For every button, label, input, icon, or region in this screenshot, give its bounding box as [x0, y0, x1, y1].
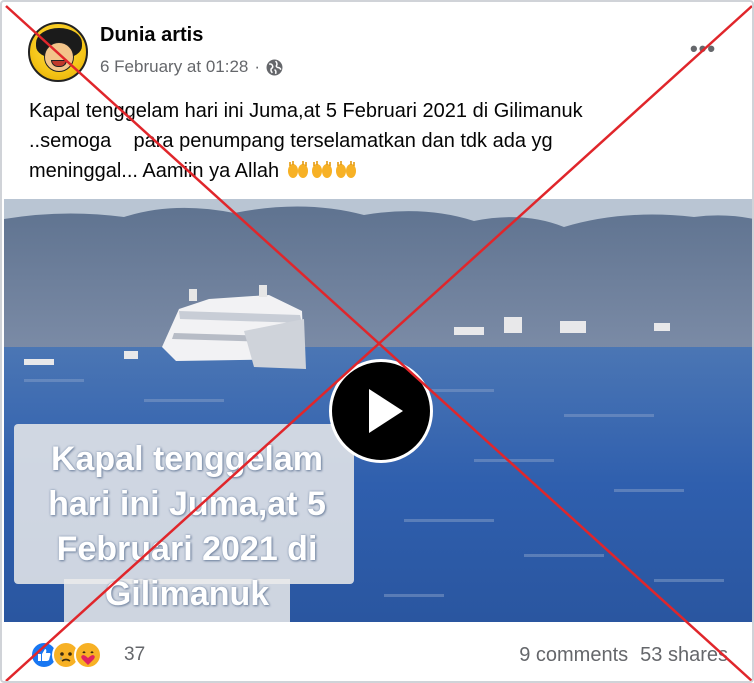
author-avatar[interactable]	[28, 22, 88, 82]
caption-line-2: ..semoga para penumpang terselamatkan da…	[29, 130, 553, 152]
caption-line-3: meninggal... Aamiin ya Allah	[29, 156, 729, 186]
open-hands-emoji-icon	[311, 161, 332, 178]
post-card: Dunia artis 6 February at 01:28 · ••• Ka…	[0, 0, 754, 683]
reaction-count[interactable]: 37	[124, 644, 145, 666]
shares-count[interactable]: 53 shares	[640, 644, 728, 667]
meta-separator: ·	[254, 57, 261, 76]
caption-line-1: Kapal tenggelam hari ini Juma,at 5 Febru…	[29, 100, 583, 122]
post-meta: 6 February at 01:28 ·	[100, 57, 283, 77]
play-triangle	[368, 389, 403, 433]
avatar-face	[44, 42, 74, 72]
play-icon[interactable]	[329, 359, 433, 463]
caption-line-3-text: meninggal... Aamiin ya Allah	[29, 160, 280, 182]
post-stats: 9 comments 53 shares	[519, 644, 728, 667]
care-reaction-icon	[74, 641, 102, 669]
reactions-summary[interactable]	[30, 641, 102, 669]
video-caption-text: Kapal tenggelam hari ini Juma,at 5 Febru…	[48, 440, 326, 613]
video-player[interactable]: Kapal tenggelam hari ini Juma,at 5 Febru…	[4, 199, 752, 622]
comments-count[interactable]: 9 comments	[519, 644, 628, 667]
post-timestamp[interactable]: 6 February at 01:28	[100, 57, 248, 77]
author-name[interactable]: Dunia artis	[100, 24, 203, 47]
open-hands-emoji-icon	[335, 161, 356, 178]
globe-icon[interactable]	[266, 59, 283, 76]
open-hands-emoji-icon	[287, 161, 308, 178]
post-caption: Kapal tenggelam hari ini Juma,at 5 Febru…	[29, 96, 729, 186]
more-options-icon[interactable]: •••	[690, 36, 716, 62]
